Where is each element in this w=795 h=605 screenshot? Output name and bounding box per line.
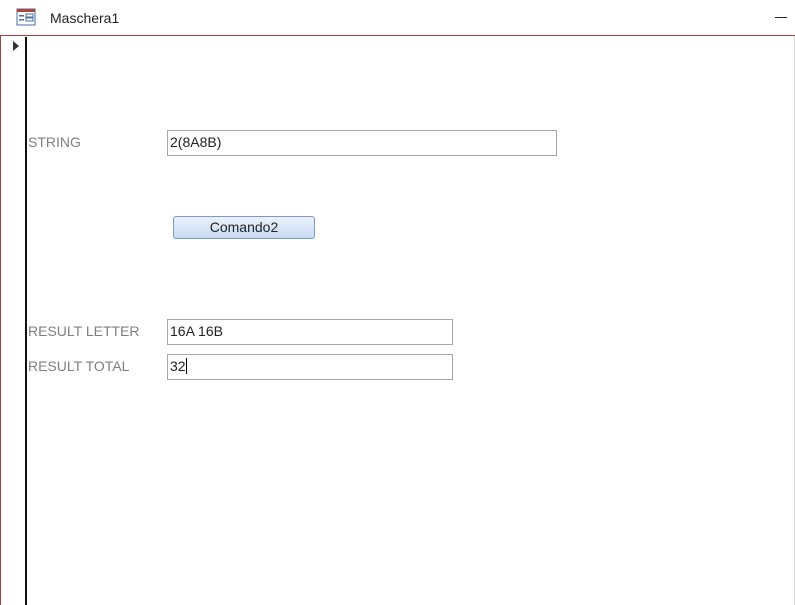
comando2-button[interactable]: Comando2: [173, 216, 315, 239]
result-total-value: 32: [170, 358, 186, 374]
string-input[interactable]: 2(8A8B): [167, 130, 557, 156]
string-input-value: 2(8A8B): [170, 134, 222, 150]
access-form-window: Maschera1 STRING 2(8A8B) Comando2 RESULT…: [0, 0, 795, 605]
title-bar: Maschera1: [0, 0, 795, 36]
form-icon: [16, 8, 36, 26]
text-caret: [185, 358, 187, 374]
result-letter-value: 16A 16B: [170, 323, 223, 339]
result-total-field[interactable]: 32: [167, 354, 453, 380]
record-selector[interactable]: [1, 37, 27, 605]
minimize-icon[interactable]: [771, 6, 791, 28]
string-label: STRING: [28, 134, 81, 150]
window-title: Maschera1: [50, 10, 120, 26]
result-letter-field[interactable]: 16A 16B: [167, 319, 453, 345]
record-selector-arrow-icon: [13, 41, 19, 51]
result-total-label: RESULT TOTAL: [28, 358, 130, 374]
result-letter-label: RESULT LETTER: [28, 323, 140, 339]
